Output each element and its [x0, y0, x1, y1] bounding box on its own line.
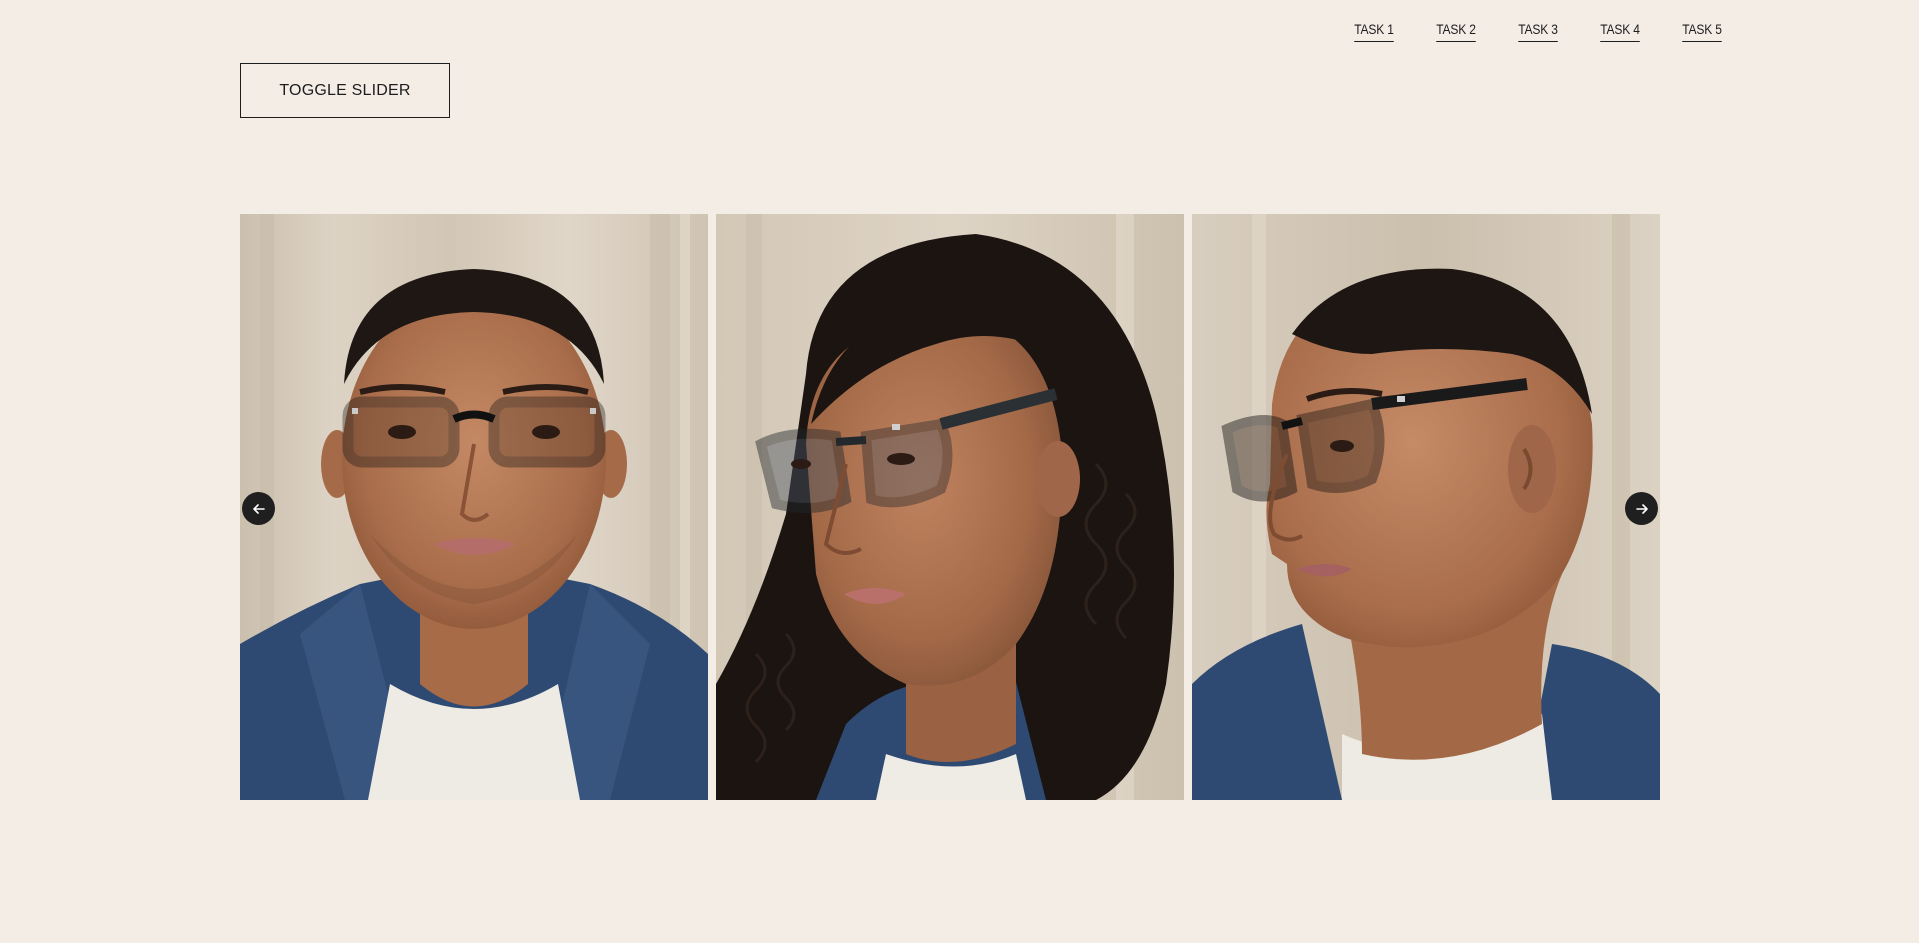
slide-2	[716, 214, 1184, 800]
woman-three-quarter-photo	[716, 214, 1184, 800]
slide-3	[1192, 214, 1660, 800]
man-front-photo	[240, 214, 708, 800]
nav-task-3[interactable]: TASK 3	[1518, 22, 1558, 42]
nav-task-2[interactable]: TASK 2	[1436, 22, 1476, 42]
task-nav: TASK 1 TASK 2 TASK 3 TASK 4 TASK 5	[1351, 22, 1725, 42]
nav-task-1[interactable]: TASK 1	[1354, 22, 1394, 42]
slider-prev-button[interactable]	[242, 492, 275, 525]
man-profile-photo	[1192, 214, 1660, 800]
toggle-slider-button[interactable]: TOGGLE SLIDER	[240, 63, 450, 118]
nav-task-4[interactable]: TASK 4	[1600, 22, 1640, 42]
slider-next-button[interactable]	[1625, 492, 1658, 525]
nav-task-5[interactable]: TASK 5	[1682, 22, 1722, 42]
slide-1	[240, 214, 708, 800]
image-slider	[240, 214, 1660, 800]
arrow-right-icon	[1635, 503, 1648, 514]
arrow-left-icon	[252, 503, 265, 514]
